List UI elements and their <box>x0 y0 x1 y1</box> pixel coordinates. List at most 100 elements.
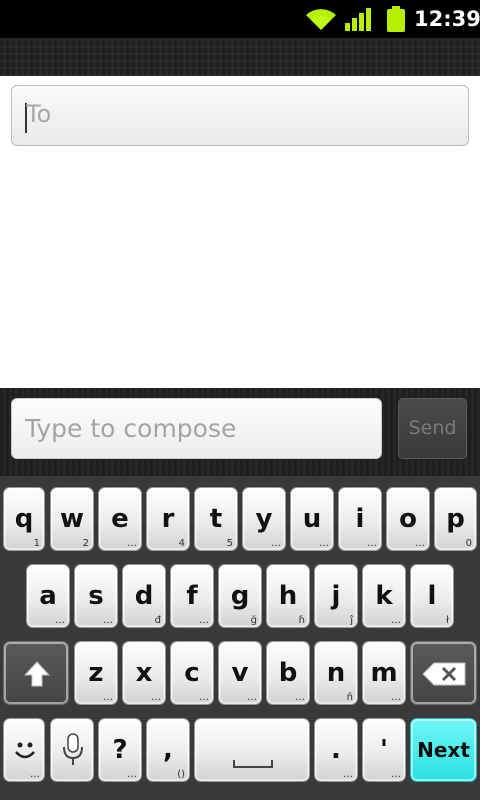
key-u[interactable]: u … <box>290 487 334 551</box>
key-b[interactable]: b … <box>266 641 310 705</box>
soft-keyboard: q 1 w 2 e … r 4 t 5 y … u … i … o … p 0 … <box>0 476 480 800</box>
microphone-icon <box>60 733 86 767</box>
key-n[interactable]: n ñ <box>314 641 358 705</box>
key-label: d <box>134 581 154 611</box>
key-h[interactable]: h ɦ <box>266 564 310 628</box>
key-t[interactable]: t 5 <box>194 487 238 551</box>
key-label: u <box>302 504 322 534</box>
key-hint: ł <box>446 615 449 626</box>
key-m[interactable]: m … <box>362 641 406 705</box>
key-j[interactable]: j ĵ <box>314 564 358 628</box>
key-apostrophe[interactable]: ' … <box>362 718 406 782</box>
key-label: e <box>111 504 129 534</box>
key-a[interactable]: a … <box>26 564 70 628</box>
key-label: . <box>331 735 341 765</box>
key-label: b <box>278 658 298 688</box>
battery-icon <box>386 6 406 32</box>
compose-panel: Type to compose Send <box>0 388 480 476</box>
key-label: h <box>278 581 298 611</box>
key-x[interactable]: x … <box>122 641 166 705</box>
compose-placeholder: Type to compose <box>25 414 237 443</box>
compose-input[interactable]: Type to compose <box>11 398 382 459</box>
key-hint: … <box>367 538 377 549</box>
key-r[interactable]: r 4 <box>146 487 190 551</box>
key-label: ? <box>112 735 128 765</box>
key-label: , <box>163 735 173 765</box>
key-hint: 0 <box>465 538 472 549</box>
key-hint: 5 <box>226 538 233 549</box>
key-z[interactable]: z … <box>74 641 118 705</box>
key-hint: … <box>151 692 161 703</box>
key-label: m <box>370 658 398 688</box>
key-c[interactable]: c … <box>170 641 214 705</box>
shift-icon <box>23 660 51 688</box>
key-l[interactable]: l ł <box>410 564 454 628</box>
key-label: o <box>399 504 417 534</box>
key-label: p <box>446 504 465 534</box>
key-hint: … <box>391 692 401 703</box>
key-label: v <box>231 658 249 688</box>
key-label: i <box>355 504 365 534</box>
key-o[interactable]: o … <box>386 487 430 551</box>
key-hint: … <box>103 615 113 626</box>
key-k[interactable]: k … <box>362 564 406 628</box>
key-label: k <box>375 581 393 611</box>
send-button[interactable]: Send <box>398 398 467 459</box>
status-clock: 12:39 <box>414 7 480 31</box>
status-bar: 12:39 <box>0 0 480 38</box>
key-d[interactable]: d đ <box>122 564 166 628</box>
key-label: s <box>88 581 104 611</box>
key-hint: 1 <box>33 538 40 549</box>
key-hint: … <box>295 692 305 703</box>
smiley-icon <box>11 735 39 763</box>
key-hint: ĵ <box>350 615 353 626</box>
wifi-icon <box>304 6 338 32</box>
key-f[interactable]: f … <box>170 564 214 628</box>
key-hint: 4 <box>178 538 185 549</box>
key-hint: 2 <box>82 538 89 549</box>
key-label: j <box>331 581 341 611</box>
key-i[interactable]: i … <box>338 487 382 551</box>
space-icon <box>233 759 273 769</box>
backspace-icon <box>422 662 466 686</box>
space-bar[interactable] <box>194 718 310 782</box>
key-label: c <box>184 658 200 688</box>
signal-icon <box>344 7 372 31</box>
emoji-key[interactable]: … <box>3 718 45 782</box>
key-comma[interactable]: , () <box>146 718 190 782</box>
key-q[interactable]: q 1 <box>3 487 45 551</box>
key-hint: … <box>247 692 257 703</box>
key-label: f <box>186 581 198 611</box>
key-v[interactable]: v … <box>218 641 262 705</box>
key-hint: … <box>343 769 353 780</box>
key-w[interactable]: w 2 <box>50 487 94 551</box>
key-hint: ğ <box>250 615 257 626</box>
key-e[interactable]: e … <box>98 487 142 551</box>
key-period[interactable]: . … <box>314 718 358 782</box>
next-label: Next <box>417 738 470 762</box>
key-y[interactable]: y … <box>242 487 286 551</box>
shift-key[interactable] <box>3 641 69 705</box>
next-key[interactable]: Next <box>410 718 477 782</box>
sms-compose-screen: 12:39 To Type to compose Send q 1 w 2 e … <box>0 0 480 800</box>
key-hint: … <box>30 769 40 780</box>
key-label: n <box>326 658 346 688</box>
recipient-field[interactable]: To <box>11 85 469 146</box>
key-label: x <box>135 658 153 688</box>
key-hint: … <box>391 615 401 626</box>
key-label: g <box>230 581 250 611</box>
key-hint: đ <box>154 615 161 626</box>
voice-input-key[interactable] <box>50 718 94 782</box>
key-hint: … <box>127 769 137 780</box>
key-p[interactable]: p 0 <box>434 487 477 551</box>
key-hint: … <box>271 538 281 549</box>
key-label: ' <box>380 735 388 765</box>
key-hint: … <box>127 538 137 549</box>
recipient-placeholder: To <box>26 100 52 128</box>
key-question[interactable]: ? … <box>98 718 142 782</box>
key-g[interactable]: g ğ <box>218 564 262 628</box>
key-label: z <box>88 658 104 688</box>
backspace-key[interactable] <box>410 641 477 705</box>
key-s[interactable]: s … <box>74 564 118 628</box>
key-hint: … <box>391 769 401 780</box>
